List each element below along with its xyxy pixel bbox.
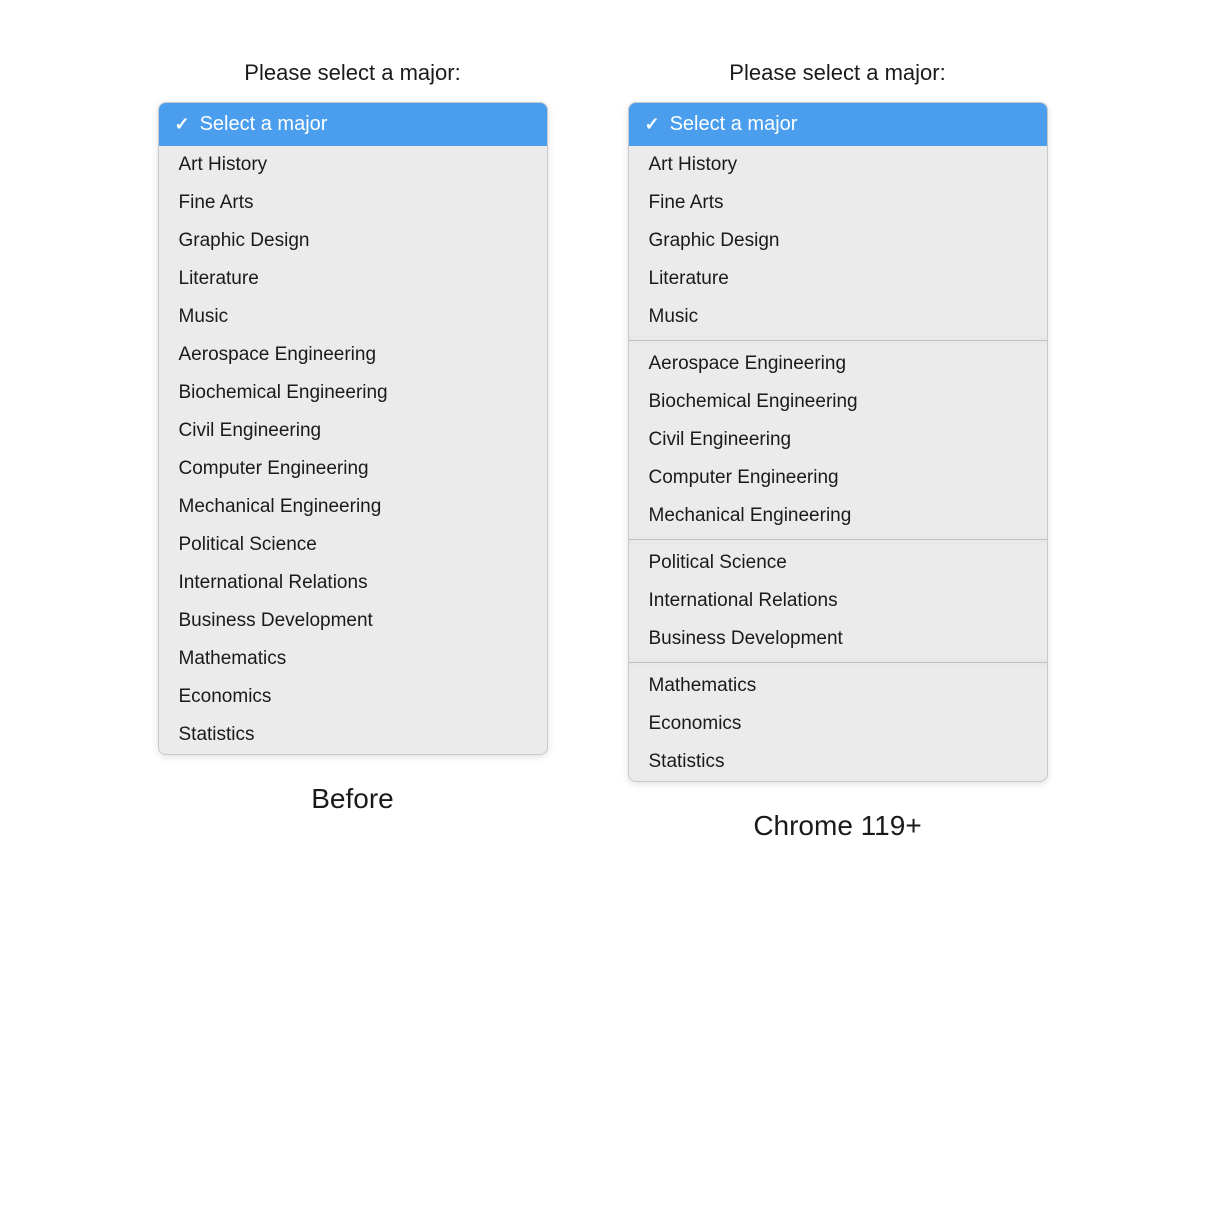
after-selected-item[interactable]: ✓ Select a major (629, 103, 1047, 146)
after-selected-text: Select a major (670, 113, 798, 136)
list-item[interactable]: Aerospace Engineering (629, 345, 1047, 383)
after-select-label: Please select a major: (729, 60, 945, 86)
after-column: Please select a major: ✓ Select a major … (628, 60, 1048, 842)
page-container: Please select a major: ✓ Select a major … (20, 40, 1185, 842)
list-item[interactable]: Mechanical Engineering (629, 497, 1047, 535)
list-item[interactable]: Computer Engineering (629, 459, 1047, 497)
list-item[interactable]: Literature (159, 260, 547, 298)
list-item[interactable]: Political Science (159, 526, 547, 564)
list-item[interactable]: Biochemical Engineering (629, 383, 1047, 421)
list-item[interactable]: Economics (159, 678, 547, 716)
group-separator (629, 539, 1047, 540)
group-separator (629, 662, 1047, 663)
list-item[interactable]: Political Science (629, 544, 1047, 582)
list-item[interactable]: International Relations (629, 582, 1047, 620)
before-dropdown[interactable]: ✓ Select a major Art HistoryFine ArtsGra… (158, 102, 548, 755)
list-item[interactable]: Fine Arts (629, 184, 1047, 222)
after-checkmark: ✓ (645, 114, 660, 135)
list-item[interactable]: Art History (159, 146, 547, 184)
list-item[interactable]: Civil Engineering (159, 412, 547, 450)
list-item[interactable]: Statistics (629, 743, 1047, 781)
list-item[interactable]: Biochemical Engineering (159, 374, 547, 412)
list-item[interactable]: Art History (629, 146, 1047, 184)
list-item[interactable]: Graphic Design (629, 222, 1047, 260)
after-label: Chrome 119+ (753, 810, 921, 842)
list-item[interactable]: Business Development (159, 602, 547, 640)
list-item[interactable]: Aerospace Engineering (159, 336, 547, 374)
before-selected-item[interactable]: ✓ Select a major (159, 103, 547, 146)
before-label: Before (311, 783, 394, 815)
before-selected-text: Select a major (200, 113, 328, 136)
list-item[interactable]: Economics (629, 705, 1047, 743)
list-item[interactable]: Statistics (159, 716, 547, 754)
list-item[interactable]: Music (629, 298, 1047, 336)
before-checkmark: ✓ (175, 114, 190, 135)
after-dropdown[interactable]: ✓ Select a major Art HistoryFine ArtsGra… (628, 102, 1048, 782)
list-item[interactable]: Computer Engineering (159, 450, 547, 488)
list-item[interactable]: Mathematics (159, 640, 547, 678)
list-item[interactable]: Music (159, 298, 547, 336)
before-select-label: Please select a major: (244, 60, 460, 86)
list-item[interactable]: International Relations (159, 564, 547, 602)
group-separator (629, 340, 1047, 341)
list-item[interactable]: Graphic Design (159, 222, 547, 260)
list-item[interactable]: Mathematics (629, 667, 1047, 705)
list-item[interactable]: Fine Arts (159, 184, 547, 222)
list-item[interactable]: Mechanical Engineering (159, 488, 547, 526)
before-column: Please select a major: ✓ Select a major … (158, 60, 548, 815)
list-item[interactable]: Civil Engineering (629, 421, 1047, 459)
list-item[interactable]: Business Development (629, 620, 1047, 658)
list-item[interactable]: Literature (629, 260, 1047, 298)
